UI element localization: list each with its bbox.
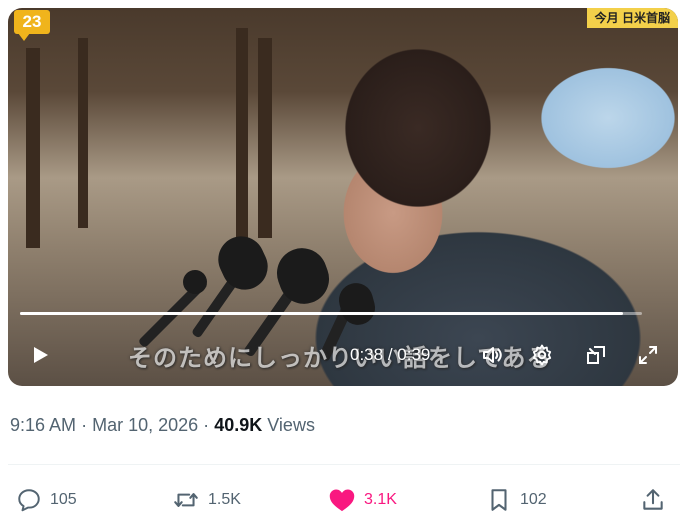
like-count: 3.1K <box>364 491 397 508</box>
background-chair <box>26 48 40 248</box>
video-time: 0:38 / 0:39 <box>350 345 431 364</box>
background-chair <box>236 28 248 248</box>
reply-count: 105 <box>50 491 77 508</box>
channel-logo: 23 <box>14 10 50 41</box>
tweet-date[interactable]: Mar 10, 2026 <box>92 415 198 435</box>
picture-in-picture-icon <box>587 346 605 364</box>
tweet-metadata: 9:16 AM · Mar 10, 2026 · 40.9K Views <box>10 415 315 435</box>
picture-in-picture-button[interactable] <box>582 341 610 369</box>
like-button[interactable]: 3.1K <box>328 484 397 516</box>
duration: 0:39 <box>397 345 431 364</box>
tweet-time[interactable]: 9:16 AM <box>10 415 76 435</box>
reply-button[interactable]: 105 <box>16 484 77 516</box>
play-icon <box>34 347 48 363</box>
progress-bar[interactable] <box>20 312 642 315</box>
tweet-actions: 105 1.5K 3.1K 102 <box>0 484 688 516</box>
share-button[interactable] <box>640 484 666 516</box>
bookmark-button[interactable]: 102 <box>486 484 547 516</box>
news-ticker: 今月 日米首脳 <box>586 8 678 28</box>
volume-button[interactable] <box>478 341 506 369</box>
repost-icon <box>174 493 198 507</box>
bookmark-icon <box>491 489 507 511</box>
play-button[interactable] <box>26 341 54 369</box>
views-label: Views <box>267 415 315 435</box>
repost-count: 1.5K <box>208 491 241 508</box>
current-time: 0:38 <box>350 345 384 364</box>
heart-icon <box>329 489 355 512</box>
settings-button[interactable] <box>528 341 556 369</box>
fullscreen-button[interactable] <box>634 341 662 369</box>
gear-icon <box>532 344 552 366</box>
bookmark-count: 102 <box>520 491 547 508</box>
background-chair <box>78 38 88 228</box>
background-chair <box>258 38 272 238</box>
video-player[interactable]: 23 今月 日米首脳 そのためにしっかりいい話をしてある 0:38 / 0:39 <box>8 8 678 386</box>
share-icon <box>643 489 663 510</box>
repost-button[interactable]: 1.5K <box>172 484 241 516</box>
microphone <box>210 228 276 298</box>
views-count: 40.9K <box>214 415 263 435</box>
progress-fill <box>20 312 624 315</box>
divider <box>8 464 680 465</box>
volume-icon <box>483 347 502 363</box>
fullscreen-icon <box>639 346 657 364</box>
reply-icon <box>18 489 40 512</box>
